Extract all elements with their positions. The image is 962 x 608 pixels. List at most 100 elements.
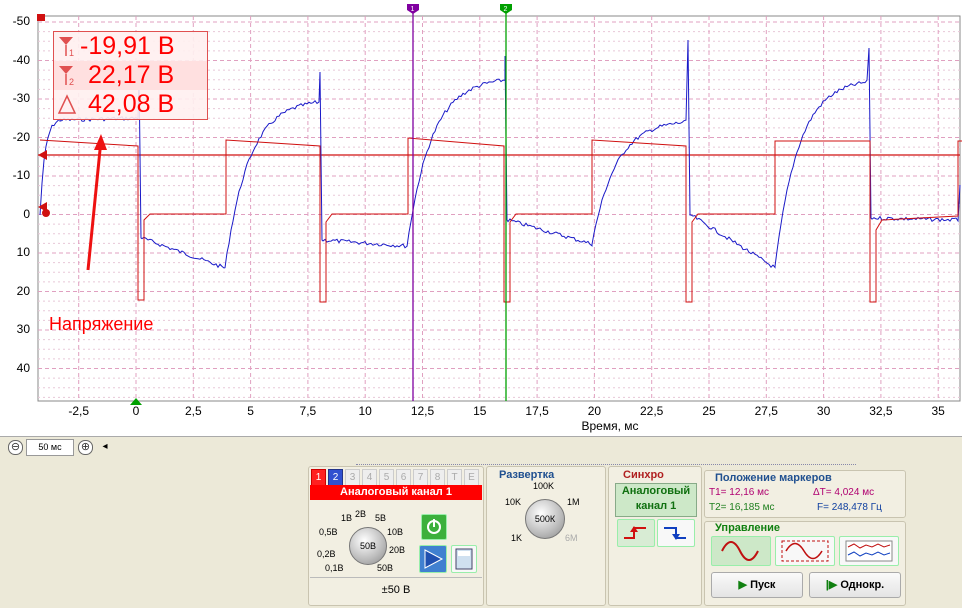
mode-multi-button[interactable] (839, 536, 899, 566)
zoom-in-button[interactable]: ⊕ (78, 440, 93, 455)
mode-normal-button[interactable] (711, 536, 771, 566)
volt-label: 50В (377, 563, 394, 573)
marker1-icon: 1 (57, 35, 77, 58)
marker-frequency: F= 248,478 Гц (817, 502, 882, 513)
delta-icon (57, 93, 77, 116)
x-tick-label: 2,5 (184, 404, 202, 418)
volts-per-div-knob[interactable]: 50В (349, 527, 387, 565)
scroll-left-button[interactable]: ◂ (97, 439, 113, 455)
x-tick-label: 35 (931, 404, 945, 418)
sync-source-line2: канал 1 (635, 500, 677, 512)
volt-label: 20В (389, 545, 406, 555)
marker-delta-t: ΔT= 4,024 мс (813, 487, 875, 498)
time-marker-flag-label: 2 (504, 6, 508, 13)
x-tick-label: 5 (247, 404, 254, 418)
zoom-out-button[interactable]: ⊖ (8, 440, 23, 455)
volt-label: 1В (341, 513, 353, 523)
y-tick-label: -10 (12, 168, 30, 182)
sync-group: Синхро Аналоговый канал 1 (608, 466, 702, 606)
top-limit-marker[interactable] (37, 14, 45, 21)
volt-label: 0,1В (325, 563, 344, 573)
x-tick-label: 30 (816, 404, 831, 418)
x-axis-label: Время, мс (581, 419, 639, 433)
x-tick-label: 22,5 (640, 404, 664, 418)
power-button[interactable] (421, 514, 447, 540)
oscilloscope-plot[interactable]: 1 2 -50 -40 -30 -20 -10 0 10 20 30 40 -2,5 0 2,5 5 7,5… (0, 0, 962, 436)
triangle-icon (424, 549, 444, 569)
sweep-label: 1K (511, 533, 523, 543)
y-tick-label: 30 (16, 322, 30, 336)
play-channel-button[interactable] (419, 545, 447, 573)
marker2-icon: 2 (57, 64, 77, 87)
marker-t1: T1= 12,16 мс (709, 487, 769, 498)
volt-label: 10В (387, 527, 404, 537)
channel-banner: Аналоговый канал 1 (310, 485, 482, 500)
marker2-voltage: 22,17 В (88, 61, 175, 89)
y-tick-label: -50 (12, 14, 30, 28)
x-tick-label: 25 (702, 404, 716, 418)
multi-wave-icon (845, 540, 893, 562)
markers-title: Положение маркеров (715, 472, 832, 484)
svg-text:1: 1 (69, 48, 74, 58)
control-group: Управление ▶ Пуск |▶ Однокр. (704, 521, 906, 606)
y-tick-label: 20 (16, 283, 30, 298)
sweep-label: 100K (533, 481, 555, 491)
volt-label: 0,5В (319, 527, 338, 537)
sync-source-line1: Аналоговый (621, 485, 691, 497)
x-tick-label: 0 (132, 404, 140, 418)
volt-label: 0,2В (317, 549, 336, 559)
channel-zero-dot[interactable] (42, 209, 50, 217)
range-selector[interactable]: ±50 В (310, 577, 482, 602)
rising-edge-icon (624, 526, 646, 539)
sync-title: Синхро (623, 469, 664, 481)
play-icon: ▶ (738, 579, 751, 591)
x-tick-label: -2,5 (68, 404, 90, 418)
falling-edge-icon (664, 527, 686, 540)
sweep-title: Развертка (499, 469, 555, 481)
mode-roll-button[interactable] (775, 536, 835, 566)
x-tick-label: 20 (587, 404, 602, 418)
marker-readout: 1 -19,91 В 2 22,17 В 42,08 В (53, 31, 208, 120)
marker-t2: T2= 16,185 мс (709, 502, 775, 513)
calculator-icon (455, 548, 473, 570)
y-tick-label: -40 (12, 52, 30, 67)
channel-group: 12345678TE Аналоговый канал 1 1В 2В 5В 0,5В… (308, 466, 484, 606)
marker1-row: 1 -19,91 В (54, 32, 207, 61)
delta-voltage: 42,08 В (88, 90, 175, 118)
svg-text:2: 2 (69, 77, 74, 87)
x-tick-label: 27,5 (754, 404, 778, 418)
marker1-voltage: -19,91 В (80, 32, 175, 60)
single-button[interactable]: |▶ Однокр. (809, 572, 901, 598)
rising-edge-button[interactable] (617, 519, 655, 547)
power-icon (427, 519, 441, 534)
delta-row: 42,08 В (54, 90, 207, 119)
marker2-row: 2 22,17 В (54, 61, 207, 90)
x-tick-label: 15 (473, 404, 487, 418)
single-shot-icon: |▶ (825, 579, 841, 591)
sweep-group: Развертка 100K 10K 1M 1K 6M 500К (486, 466, 606, 606)
sine-icon (721, 541, 759, 561)
sweep-label: 1M (567, 497, 580, 507)
panel-collapse-bar[interactable] (356, 457, 856, 465)
sync-source-select[interactable]: Аналоговый канал 1 (615, 483, 697, 517)
markers-group: Положение маркеров T1= 12,16 мс T2= 16,1… (704, 470, 906, 518)
channel-tabs: 12345678TE (311, 469, 481, 487)
sine-dashed-icon (781, 540, 829, 562)
sweep-label: 10K (505, 497, 522, 507)
time-marker-flag-label: 1 (411, 6, 415, 13)
timebase-toolbar: ⊖ 50 мс ⊕ ◂ (0, 436, 962, 457)
x-tick-label: 32,5 (869, 404, 893, 418)
voltage-annotation: Напряжение (49, 314, 154, 334)
x-tick-label: 12,5 (410, 404, 435, 418)
y-tick-label: -30 (12, 91, 30, 105)
start-button[interactable]: ▶ Пуск (711, 572, 803, 598)
x-tick-label: 7,5 (299, 404, 317, 418)
y-tick-label: 40 (16, 360, 30, 375)
control-title: Управление (715, 522, 781, 534)
calculator-button[interactable] (451, 545, 477, 573)
start-label: Пуск (750, 579, 776, 591)
timebase-display: 50 мс (26, 439, 74, 456)
falling-edge-button[interactable] (657, 519, 695, 547)
sweep-knob[interactable]: 500К (525, 499, 565, 539)
x-tick-label: 10 (358, 404, 372, 418)
